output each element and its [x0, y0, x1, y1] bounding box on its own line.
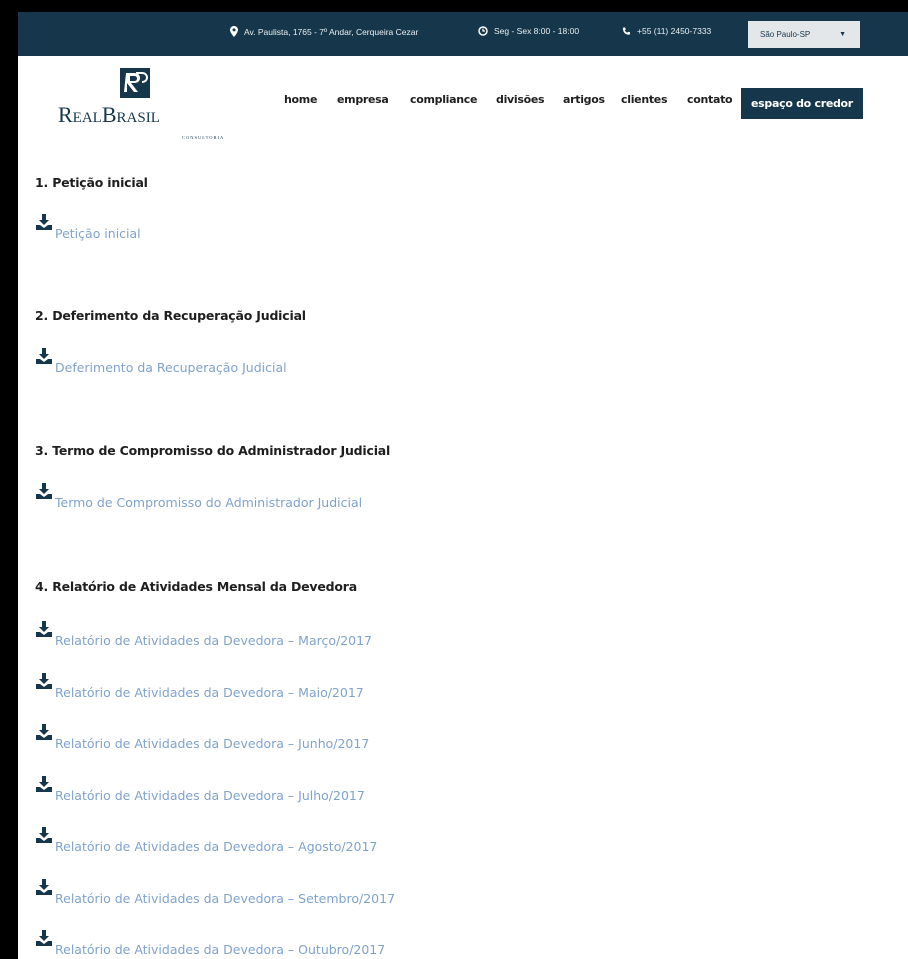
- download-icon: [35, 347, 53, 365]
- download-icon: [35, 213, 53, 231]
- map-pin-icon: [230, 26, 238, 37]
- download-icon: [35, 878, 53, 896]
- nav-clientes[interactable]: clientes: [621, 93, 668, 106]
- document-download-link[interactable]: Petição inicial: [35, 213, 141, 241]
- phone-info: +55 (11) 2450-7333: [622, 26, 711, 36]
- document-link-label: Petição inicial: [55, 226, 141, 241]
- document-link-label: Relatório de Atividades da Devedora – Ma…: [55, 633, 373, 648]
- logo[interactable]: RealBrasil CONSULTORIA: [58, 68, 238, 148]
- document-download-link[interactable]: Relatório de Atividades da Devedora – Ag…: [35, 826, 377, 854]
- nav-espaco-do-credor-button[interactable]: espaço do credor: [741, 88, 863, 119]
- phone-text: +55 (11) 2450-7333: [637, 26, 712, 36]
- document-link-label: Relatório de Atividades da Devedora – Ou…: [55, 942, 386, 957]
- chevron-down-icon: ▼: [839, 31, 846, 38]
- section-title: 2. Deferimento da Recuperação Judicial: [35, 308, 306, 323]
- nav-contato[interactable]: contato: [687, 93, 733, 106]
- nav-home[interactable]: home: [284, 93, 317, 106]
- document-download-link[interactable]: Relatório de Atividades da Devedora – Ju…: [35, 775, 365, 803]
- section-title: 3. Termo de Compromisso do Administrador…: [35, 443, 391, 458]
- download-icon: [35, 775, 53, 793]
- nav-empresa[interactable]: empresa: [337, 93, 389, 106]
- logo-text-brasil: Brasil: [101, 102, 160, 127]
- document-download-link[interactable]: Relatório de Atividades da Devedora – Se…: [35, 878, 395, 906]
- document-link-label: Deferimento da Recuperação Judicial: [55, 360, 287, 375]
- document-link-label: Relatório de Atividades da Devedora – Ma…: [55, 685, 364, 700]
- document-download-link[interactable]: Relatório de Atividades da Devedora – Ju…: [35, 723, 369, 751]
- city-selected-value: São Paulo-SP: [760, 30, 811, 39]
- download-icon: [35, 929, 53, 947]
- top-info-bar: Av. Paulista, 1765 - 7º Andar, Cerqueira…: [18, 12, 908, 56]
- phone-icon: [622, 27, 630, 35]
- nav-divisoes[interactable]: divisões: [496, 93, 545, 106]
- logo-text-real: Real: [58, 102, 102, 127]
- city-select[interactable]: São Paulo-SP ▼: [748, 21, 860, 48]
- nav-artigos[interactable]: artigos: [563, 93, 605, 106]
- document-download-link[interactable]: Relatório de Atividades da Devedora – Ou…: [35, 929, 385, 957]
- document-link-label: Relatório de Atividades da Devedora – Ag…: [55, 839, 378, 854]
- download-icon: [35, 826, 53, 844]
- document-download-link[interactable]: Relatório de Atividades da Devedora – Ma…: [35, 620, 372, 648]
- document-download-link[interactable]: Relatório de Atividades da Devedora – Ma…: [35, 672, 364, 700]
- page: Av. Paulista, 1765 - 7º Andar, Cerqueira…: [18, 12, 908, 959]
- document-link-label: Relatório de Atividades da Devedora – Se…: [55, 891, 396, 906]
- section-title: 4. Relatório de Atividades Mensal da Dev…: [35, 579, 357, 594]
- download-icon: [35, 482, 53, 500]
- clock-icon: [478, 26, 488, 36]
- document-link-label: Relatório de Atividades da Devedora – Ju…: [55, 736, 370, 751]
- logo-tagline: CONSULTORIA: [182, 135, 225, 140]
- document-download-link[interactable]: Termo de Compromisso do Administrador Ju…: [35, 482, 362, 510]
- download-icon: [35, 672, 53, 690]
- document-link-label: Termo de Compromisso do Administrador Ju…: [55, 495, 363, 510]
- section-title: 1. Petição inicial: [35, 175, 148, 190]
- document-link-label: Relatório de Atividades da Devedora – Ju…: [55, 788, 365, 803]
- document-download-link[interactable]: Deferimento da Recuperação Judicial: [35, 347, 287, 375]
- hours-info: Seg - Sex 8:00 - 18:00: [478, 26, 579, 36]
- download-icon: [35, 723, 53, 741]
- nav-compliance[interactable]: compliance: [410, 93, 478, 106]
- address-text: Av. Paulista, 1765 - 7º Andar, Cerqueira…: [244, 27, 419, 37]
- logo-wordmark: RealBrasil: [58, 102, 238, 128]
- hours-text: Seg - Sex 8:00 - 18:00: [494, 26, 580, 36]
- address-info: Av. Paulista, 1765 - 7º Andar, Cerqueira…: [230, 26, 418, 37]
- download-icon: [35, 620, 53, 638]
